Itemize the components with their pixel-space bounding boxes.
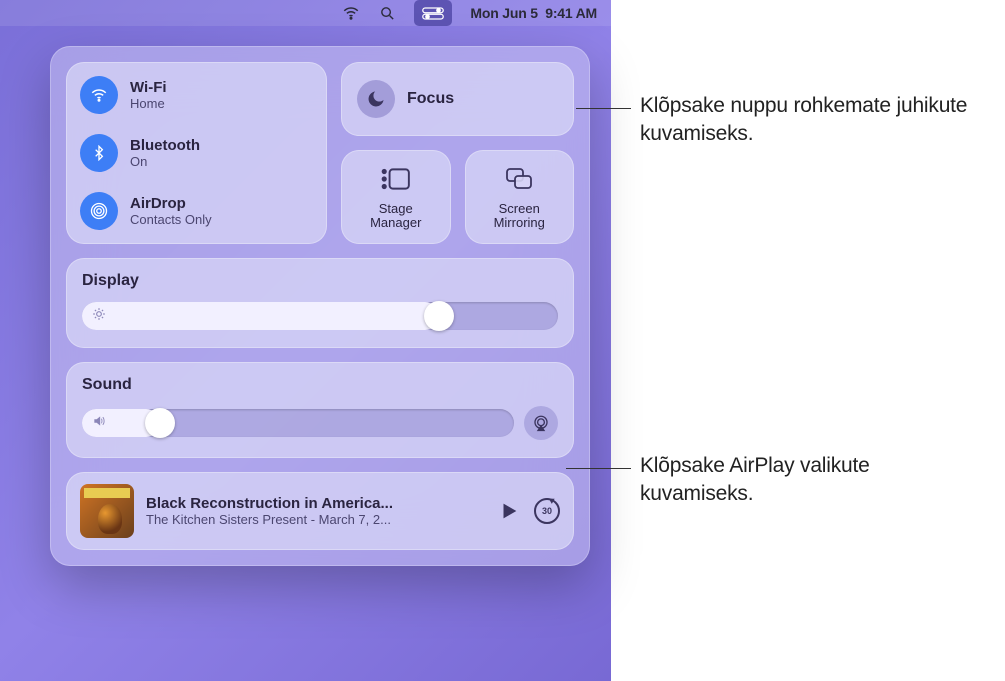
- bluetooth-title: Bluetooth: [130, 137, 200, 154]
- wifi-status: Home: [130, 96, 167, 111]
- airdrop-icon[interactable]: [80, 192, 118, 230]
- wifi-icon[interactable]: [342, 4, 360, 22]
- wifi-title: Wi-Fi: [130, 79, 167, 96]
- screen-mirroring-icon: [504, 164, 534, 194]
- sound-label: Sound: [82, 376, 558, 394]
- airdrop-title: AirDrop: [130, 195, 212, 212]
- sound-card[interactable]: Sound: [66, 362, 574, 458]
- desktop-background: Mon Jun 5 9:41 AM Wi-Fi Home: [0, 0, 611, 681]
- wifi-icon[interactable]: [80, 76, 118, 114]
- speaker-icon: [92, 414, 106, 433]
- display-card[interactable]: Display: [66, 258, 574, 348]
- display-label: Display: [82, 272, 558, 290]
- callout-line: [566, 468, 631, 469]
- wifi-row[interactable]: Wi-Fi Home: [80, 76, 313, 114]
- sun-icon: [92, 307, 106, 326]
- screen-mirroring-tile[interactable]: ScreenMirroring: [465, 150, 575, 244]
- media-subtitle: The Kitchen Sisters Present - March 7, 2…: [146, 512, 486, 527]
- airplay-button[interactable]: [524, 406, 558, 440]
- volume-slider[interactable]: [82, 409, 514, 437]
- connectivity-card[interactable]: Wi-Fi Home Bluetooth On: [66, 62, 327, 244]
- brightness-thumb[interactable]: [424, 301, 454, 331]
- focus-card[interactable]: Focus: [341, 62, 574, 136]
- callout-line: [576, 108, 631, 109]
- brightness-slider[interactable]: [82, 302, 558, 330]
- stage-manager-tile[interactable]: StageManager: [341, 150, 451, 244]
- volume-thumb[interactable]: [145, 408, 175, 438]
- moon-icon: [357, 80, 395, 118]
- bluetooth-row[interactable]: Bluetooth On: [80, 134, 313, 172]
- callout-airplay: Klõpsake AirPlay valikute kuvamiseks.: [640, 452, 980, 509]
- callout-focus: Klõpsake nuppu rohkemate juhikute kuvami…: [640, 92, 1000, 149]
- album-art: [80, 484, 134, 538]
- control-center-icon[interactable]: [414, 0, 452, 26]
- bluetooth-status: On: [130, 154, 200, 169]
- skip-forward-30-icon[interactable]: 30: [534, 498, 560, 524]
- now-playing-card[interactable]: Black Reconstruction in America... The K…: [66, 472, 574, 550]
- stage-manager-label: StageManager: [370, 202, 421, 231]
- airdrop-row[interactable]: AirDrop Contacts Only: [80, 192, 313, 230]
- focus-label: Focus: [407, 90, 454, 108]
- menubar: Mon Jun 5 9:41 AM: [0, 0, 611, 26]
- screen-mirroring-label: ScreenMirroring: [494, 202, 545, 231]
- airdrop-status: Contacts Only: [130, 212, 212, 227]
- bluetooth-icon[interactable]: [80, 134, 118, 172]
- media-title: Black Reconstruction in America...: [146, 495, 486, 512]
- play-icon[interactable]: [498, 500, 520, 522]
- search-icon[interactable]: [378, 4, 396, 22]
- stage-manager-icon: [381, 164, 411, 194]
- control-center-panel: Wi-Fi Home Bluetooth On: [50, 46, 590, 566]
- menubar-date[interactable]: Mon Jun 5 9:41 AM: [470, 5, 597, 21]
